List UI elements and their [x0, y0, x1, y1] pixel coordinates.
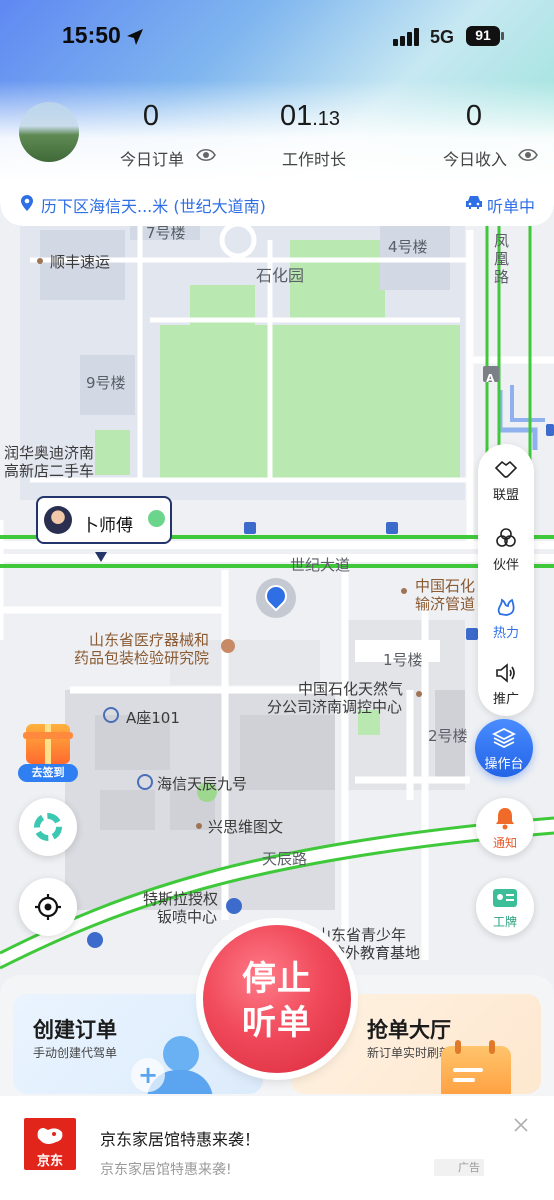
map-label-9: 9号楼	[86, 374, 126, 392]
stop-button-line1: 停止	[242, 959, 312, 999]
badge-label: 工牌	[492, 915, 517, 929]
map-bus-a: A	[486, 372, 495, 385]
map-label-shunfeng: 顺丰速运	[50, 253, 111, 271]
today-income-value: 0	[465, 100, 483, 132]
network-label: 5G	[430, 27, 455, 47]
battery-icon: 91	[466, 26, 500, 46]
current-address[interactable]: 历下区海信天...米 (世纪大道南)	[41, 193, 266, 217]
map-label-tianchen-road: 天辰路	[262, 850, 308, 868]
map-label-4: 4号楼	[388, 238, 428, 256]
eye-icon[interactable]	[518, 147, 538, 163]
layers-icon	[492, 727, 516, 749]
driver-avatar	[44, 506, 72, 534]
heat-icon	[497, 598, 515, 616]
side-item-label: 伙伴	[492, 558, 519, 573]
header: 15:50 5G 91 0 今日订单 01.13 工作时长 0 今日收入 历下区…	[0, 0, 554, 226]
crosshair-icon	[35, 894, 61, 920]
side-toolbar: 联盟 伙伴 热力 推广	[478, 444, 534, 716]
create-order-subtitle: 手动创建代驾单	[33, 1046, 118, 1060]
add-person-icon: +	[123, 1036, 213, 1094]
work-hours-small: .13	[312, 108, 341, 130]
checkin-gift[interactable]: 去签到	[16, 720, 80, 786]
close-icon[interactable]	[514, 1118, 528, 1132]
status-time: 15:50	[62, 22, 121, 48]
driver-marker[interactable]: 卜师傅	[36, 496, 172, 544]
side-item-promote[interactable]: 推广	[478, 662, 534, 707]
work-badge-button[interactable]: 工牌	[476, 878, 534, 936]
online-dot-icon	[148, 510, 165, 527]
gift-icon	[23, 724, 73, 764]
listening-status[interactable]: 听单中	[487, 193, 535, 217]
current-location-pin-icon	[256, 578, 296, 618]
jd-logo-text: 京东	[36, 1154, 63, 1169]
eye-icon[interactable]	[196, 147, 216, 163]
today-orders-label: 今日订单	[120, 150, 185, 169]
grab-order-subtitle: 新订单实时刷新	[367, 1046, 452, 1060]
stop-listening-button[interactable]: 停止 听单	[203, 925, 351, 1073]
map-label-haixin: 海信天辰九号	[157, 775, 248, 793]
side-item-heatmap[interactable]: 热力	[478, 594, 534, 641]
stop-button-line2: 听单	[242, 1003, 312, 1043]
locate-button[interactable]	[19, 878, 77, 936]
car-icon	[466, 196, 482, 209]
map-label-shiji-road: 世纪大道	[290, 556, 351, 574]
bell-icon	[496, 808, 514, 830]
life-ring-icon	[34, 813, 62, 841]
map-label-gas-2: 分公司济南调控中心	[267, 698, 403, 716]
ad-tag: 广告	[434, 1159, 484, 1176]
side-item-label: 推广	[492, 692, 519, 707]
id-card-icon	[493, 889, 517, 907]
driver-pointer-icon	[95, 552, 107, 562]
map-label-a101: A座101	[126, 709, 180, 727]
map-label-1: 1号楼	[383, 651, 423, 669]
console-button[interactable]: 操作台	[475, 719, 533, 777]
today-income-label: 今日收入	[443, 150, 508, 169]
console-label: 操作台	[484, 757, 524, 772]
work-hours-value: 01.13	[250, 100, 370, 133]
ad-title: 京东家居馆特惠来袭！	[100, 1130, 261, 1149]
today-orders-value: 0	[142, 100, 160, 132]
side-item-label: 热力	[492, 626, 519, 641]
map-label-shihua-park: 石化园	[256, 266, 305, 285]
ad-tag-label: 广告	[458, 1161, 480, 1174]
map-label-sinopec-2: 输济管道	[415, 595, 476, 613]
notify-button[interactable]: 通知	[476, 798, 534, 856]
work-hours-label: 工作时长	[282, 150, 347, 169]
ad-subtitle: 京东家居馆特惠来袭!	[100, 1162, 232, 1178]
map-label-fenghuang: 凤凰路	[494, 232, 510, 286]
signal-icon	[393, 28, 419, 46]
notify-label: 通知	[492, 836, 517, 850]
grab-order-title: 抢单大厅	[367, 1018, 451, 1042]
map-label-2: 2号楼	[428, 727, 468, 745]
jd-logo: 京东	[24, 1118, 76, 1170]
life-ring-button[interactable]	[19, 798, 77, 856]
checkin-label: 去签到	[18, 764, 78, 782]
create-order-title: 创建订单	[33, 1018, 117, 1042]
avatar[interactable]	[19, 102, 79, 162]
map-view[interactable]: 7号楼 顺丰速运 石化园 4号楼 凤凰路 9号楼 A 润华奥迪济南 高新店二手车…	[0, 196, 554, 996]
location-arrow-icon	[127, 29, 143, 45]
calendar-icon	[441, 1040, 511, 1094]
map-label-medical-2: 药品包装检验研究院	[74, 649, 210, 667]
map-label-runhua-2: 高新店二手车	[4, 462, 95, 480]
location-pin-icon	[21, 195, 33, 211]
map-label-tesla-2: 钣喷中心	[157, 908, 218, 926]
driver-name: 卜师傅	[82, 516, 133, 536]
jd-dog-icon	[37, 1128, 63, 1144]
side-item-label: 联盟	[492, 488, 519, 503]
handshake-icon	[494, 460, 518, 478]
speaker-icon	[496, 663, 515, 683]
battery-level: 91	[475, 27, 491, 43]
map-label-xingsi: 兴思维图文	[208, 818, 284, 836]
side-item-partner[interactable]: 伙伴	[478, 526, 534, 573]
work-hours-main: 01	[279, 100, 313, 132]
side-item-alliance[interactable]: 联盟	[478, 458, 534, 503]
ad-banner[interactable]: 京东 京东家居馆特惠来袭！ 京东家居馆特惠来袭! 广告	[0, 1096, 554, 1200]
partner-icon	[496, 528, 516, 547]
